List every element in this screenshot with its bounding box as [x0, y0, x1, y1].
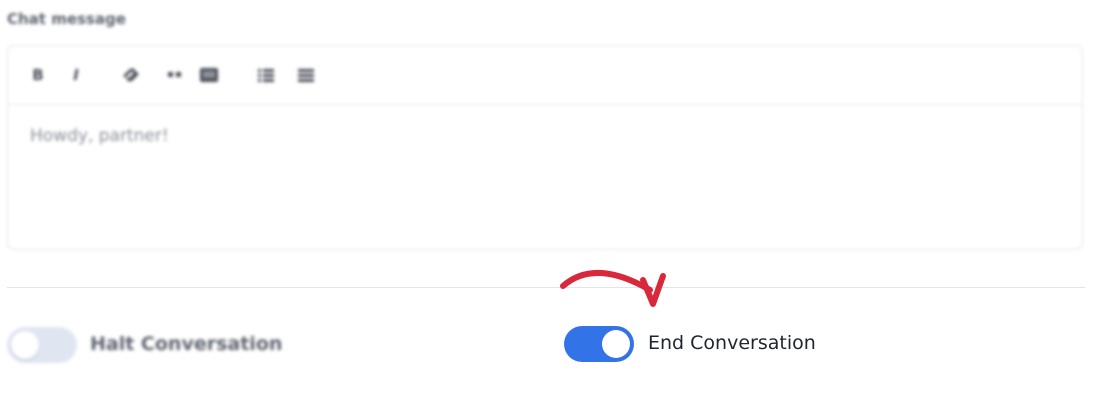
editor-content[interactable]: Howdy, partner!: [30, 126, 169, 146]
end-conversation-toggle[interactable]: [564, 326, 634, 362]
rich-text-editor[interactable]: B I Howdy, partner!: [7, 45, 1083, 250]
section-divider: [7, 287, 1085, 288]
halt-conversation-label: Halt Conversation: [90, 333, 283, 355]
link-icon[interactable]: [120, 66, 142, 84]
toggle-knob: [11, 331, 39, 359]
bold-icon[interactable]: B: [30, 66, 46, 84]
ordered-list-icon[interactable]: [256, 66, 276, 84]
bullet-list-icon[interactable]: [296, 66, 316, 84]
halt-conversation-toggle[interactable]: [7, 327, 77, 363]
toggle-knob: [602, 330, 630, 358]
image-icon[interactable]: [198, 66, 220, 84]
annotation-arrow-icon: [560, 270, 666, 307]
quote-icon[interactable]: [166, 66, 184, 84]
editor-toolbar: B I: [8, 46, 1082, 105]
chat-settings-panel: Chat message B I Howdy, partner! Halt Co…: [0, 0, 1100, 400]
italic-icon[interactable]: I: [68, 66, 84, 84]
end-conversation-label: End Conversation: [648, 332, 816, 354]
field-label-chat-message: Chat message: [7, 10, 126, 28]
